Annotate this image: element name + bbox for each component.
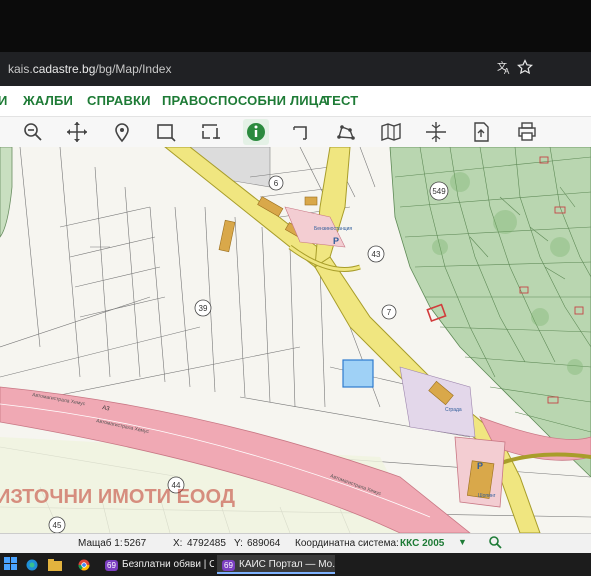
menu-item-test[interactable]: ТЕСТ (324, 93, 358, 108)
parking-icon-2: P (477, 461, 483, 471)
browser-tab-strip (0, 0, 591, 52)
scale-value: 5267 (124, 538, 147, 549)
polygon-icon[interactable] (333, 119, 359, 145)
taskbar-app-kais-label: КАИС Портал — Мо... (239, 559, 335, 570)
crs-label: Координатна система: (295, 538, 399, 549)
x-label: X: (173, 538, 183, 549)
translate-icon[interactable]: 文A (494, 59, 514, 79)
road-label-7: 7 (387, 308, 392, 317)
svg-text:A: A (504, 67, 510, 75)
taskbar: 69 Безплатни обяви | О... 69 КАИС Портал… (0, 553, 591, 576)
shop-label: Шопинг (478, 493, 496, 499)
x-value: 4792485 (187, 538, 226, 549)
menu-item-partial[interactable]: И (0, 93, 8, 108)
taskbar-app-ads[interactable]: 69 Безплатни обяви | О... (100, 555, 214, 574)
taskbar-app-kais[interactable]: 69 КАИС Портал — Мо... (217, 555, 335, 574)
search-icon[interactable] (488, 535, 502, 552)
road-label-39: 39 (199, 304, 208, 313)
rectangle-zoom-icon[interactable] (198, 119, 224, 145)
road-label-549: 549 (432, 187, 446, 196)
road-label-6: 6 (274, 179, 279, 188)
scale-label: Мащаб 1: (78, 538, 123, 549)
menu-item-licensed-persons[interactable]: ПРАВОСПОСОБНИ ЛИЦА (162, 93, 328, 108)
selected-parcel[interactable] (342, 359, 374, 388)
road-label-45: 45 (53, 521, 62, 530)
watermark-text: ИЗТОЧНИ ИМОТИ ЕООД (0, 486, 235, 508)
gas-station-label: Бензиностанция (314, 226, 352, 232)
url-domain: cadastre.bg (32, 62, 96, 76)
measure-angle-icon[interactable] (288, 119, 314, 145)
zoom-out-icon[interactable] (20, 119, 46, 145)
rectangle-select-icon[interactable] (153, 119, 179, 145)
file-explorer-icon[interactable] (48, 558, 62, 576)
info-icon[interactable] (243, 119, 269, 145)
building-label: Сграда (445, 407, 462, 413)
crosshair-icon[interactable] (423, 119, 449, 145)
menu-item-complaints[interactable]: ЖАЛБИ (23, 93, 73, 108)
windows-start-icon[interactable] (4, 557, 18, 571)
url-prefix: kais. (8, 62, 33, 76)
print-icon[interactable] (514, 119, 540, 145)
chrome-icon[interactable] (78, 558, 90, 576)
taskbar-app-ads-label: Безплатни обяви | О... (122, 559, 214, 570)
firefox-profile-icon-2: 69 (222, 560, 235, 571)
url-text[interactable]: kais.cadastre.bg/bg/Map/Index (8, 62, 171, 76)
main-menu: И ЖАЛБИ СПРАВКИ ПРАВОСПОСОБНИ ЛИЦА ТЕСТ (0, 86, 591, 117)
menu-item-references[interactable]: СПРАВКИ (87, 93, 151, 108)
y-value: 689064 (247, 538, 281, 549)
map-status-bar: Мащаб 1: 5267 X: 4792485 Y: 689064 Коорд… (0, 533, 591, 554)
location-pin-icon[interactable] (109, 119, 135, 145)
map-toolbar (0, 117, 591, 148)
road-label-43: 43 (372, 250, 381, 259)
address-bar[interactable]: kais.cadastre.bg/bg/Map/Index 文A (0, 52, 591, 86)
pan-icon[interactable] (64, 119, 90, 145)
map-icon[interactable] (378, 119, 404, 145)
chevron-down-icon[interactable]: ▼ (458, 537, 467, 547)
parking-icon: P (333, 236, 339, 246)
y-label: Y: (234, 538, 243, 549)
cadastral-map[interactable]: 6 549 43 39 7 44 45 Бензиностанция P P Ш… (0, 147, 591, 533)
star-icon[interactable] (515, 59, 535, 79)
url-path: /bg/Map/Index (95, 62, 172, 76)
export-icon[interactable] (468, 119, 494, 145)
crs-select[interactable]: ККС 2005 (400, 538, 444, 549)
map-canvas[interactable]: 6 549 43 39 7 44 45 Бензиностанция P P Ш… (0, 147, 591, 533)
edge-icon[interactable] (26, 558, 38, 576)
firefox-profile-icon: 69 (105, 560, 118, 571)
